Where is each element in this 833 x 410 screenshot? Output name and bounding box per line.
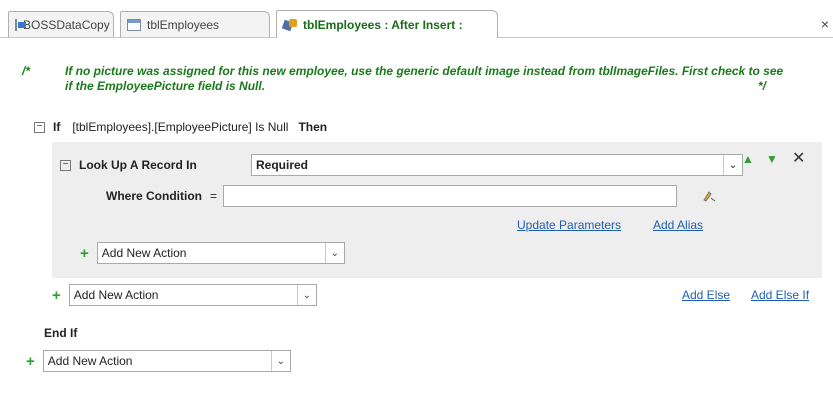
add-icon[interactable]: + — [80, 245, 89, 262]
where-equals: = — [210, 189, 218, 203]
update-parameters-link[interactable]: Update Parameters — [517, 218, 621, 232]
add-alias-link[interactable]: Add Alias — [653, 218, 703, 232]
lookup-table-select[interactable]: Required ⌄ — [251, 154, 743, 176]
lookup-row: − Look Up A Record In Required ⌄ — [60, 154, 743, 176]
if-keyword: If — [53, 120, 61, 134]
end-if-keyword: End If — [44, 326, 78, 340]
delete-action-icon[interactable]: ✕ — [792, 148, 805, 168]
lookup-record-block: − Look Up A Record In Required ⌄ ▲ ▼ ✕ W… — [52, 142, 822, 278]
lookup-label: Look Up A Record In — [79, 158, 197, 172]
chevron-down-icon[interactable]: ⌄ — [723, 155, 742, 175]
chevron-down-icon[interactable]: ⌄ — [270, 351, 290, 371]
move-up-icon[interactable]: ▲ — [742, 152, 754, 166]
add-new-action-label: Add New Action — [73, 288, 159, 302]
collapse-if-toggle-icon[interactable]: − — [34, 121, 45, 133]
root-add-action: + Add New Action ⌄ — [26, 350, 291, 372]
tab-after-insert-macro[interactable]: tblEmployees : After Insert : — [276, 10, 498, 38]
add-icon[interactable]: + — [26, 353, 35, 370]
comment-text: If no picture was assigned for this new … — [65, 64, 784, 93]
add-icon[interactable]: + — [52, 287, 61, 304]
data-macro-icon — [283, 18, 297, 31]
inner-add-action: + Add New Action ⌄ — [80, 242, 345, 264]
close-document-icon[interactable]: × — [821, 16, 829, 32]
form-icon — [15, 18, 26, 31]
lookup-table-value: Required — [256, 158, 309, 172]
tab-label: tblEmployees : After Insert : — [303, 17, 463, 32]
tab-label: BOSSDataCopy — [23, 17, 110, 32]
tab-label: tblEmployees — [147, 17, 220, 32]
add-new-action-select[interactable]: Add New Action ⌄ — [42, 350, 291, 372]
add-else-if-link[interactable]: Add Else If — [751, 288, 809, 302]
then-keyword: Then — [298, 120, 328, 134]
if-add-action: + Add New Action ⌄ — [52, 284, 317, 306]
expression-builder-icon[interactable] — [702, 190, 716, 205]
add-new-action-select[interactable]: Add New Action ⌄ — [96, 242, 345, 264]
add-else-link[interactable]: Add Else — [682, 288, 730, 302]
chevron-down-icon[interactable]: ⌄ — [296, 285, 316, 305]
if-condition[interactable]: [tblEmployees].[EmployeePicture] Is Null — [72, 120, 288, 134]
add-new-action-label: Add New Action — [101, 246, 187, 260]
comment-close: */ — [758, 79, 767, 93]
move-down-icon[interactable]: ▼ — [766, 152, 778, 166]
chevron-down-icon[interactable]: ⌄ — [324, 243, 344, 263]
where-condition-input[interactable] — [223, 185, 678, 207]
comment-open: /* — [22, 64, 31, 78]
if-header: − If [tblEmployees].[EmployeePicture] Is… — [34, 120, 339, 134]
add-new-action-select[interactable]: Add New Action ⌄ — [68, 284, 317, 306]
where-condition-row: Where Condition = — [106, 185, 678, 207]
tab-tblemployees[interactable]: tblEmployees — [120, 11, 270, 37]
document-tab-bar: BOSSDataCopy tblEmployees tblEmployees :… — [0, 0, 833, 38]
where-condition-label: Where Condition — [106, 189, 202, 203]
add-new-action-label: Add New Action — [47, 354, 133, 368]
tab-bossdatacopy[interactable]: BOSSDataCopy — [8, 11, 114, 37]
collapse-lookup-toggle-icon[interactable]: − — [60, 159, 71, 171]
table-icon — [127, 18, 141, 31]
